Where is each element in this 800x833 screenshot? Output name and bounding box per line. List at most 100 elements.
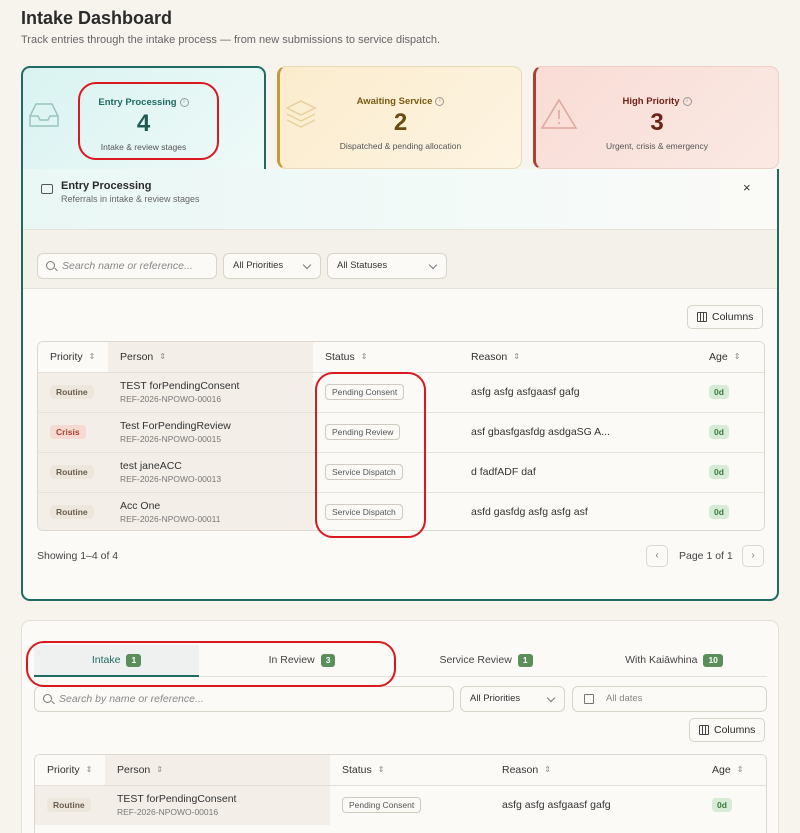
stages-panel: Intake 1 In Review 3 Service Review 1 With …: [21, 620, 779, 833]
tab-in-review[interactable]: In Review 3: [212, 645, 392, 677]
age-badge: 0d: [709, 465, 729, 479]
reason-text: asf gbasfgasfdg asdgaSG A...: [459, 412, 697, 453]
info-icon: i: [682, 96, 692, 106]
table-row[interactable]: Routine TEST forPendingConsent REF-2026-N…: [35, 785, 766, 825]
card-label: Awaiting Service: [356, 96, 433, 107]
reason-text: asfg asfg asfgaasf gafg: [459, 372, 697, 413]
col-reason[interactable]: Reason ⇕: [459, 342, 697, 373]
person-name: Acc One: [120, 500, 161, 513]
col-person[interactable]: Person ⇕: [105, 755, 330, 786]
tab-count: 1: [126, 654, 142, 667]
columns-button[interactable]: Columns: [689, 718, 766, 742]
age-badge: 0d: [712, 798, 732, 813]
page-subtitle: Track entries through the intake process…: [21, 34, 440, 46]
chevron-left-icon: ‹: [655, 550, 659, 561]
layers-icon: [285, 100, 317, 128]
close-icon[interactable]: ×: [743, 180, 751, 195]
person-name: TEST forPendingConsent: [120, 380, 240, 392]
tab-intake[interactable]: Intake 1: [34, 645, 199, 677]
next-page-button[interactable]: ›: [742, 545, 764, 567]
status-badge: Pending Consent: [325, 384, 405, 400]
search-icon: [46, 261, 55, 270]
sort-icon: ⇕: [85, 765, 93, 775]
sort-icon: ⇕: [377, 765, 385, 775]
card-high-priority[interactable]: High Priority i 3 Urgent, crisis & emerge…: [533, 66, 779, 169]
columns-button[interactable]: Columns: [687, 305, 764, 329]
inbox-icon: [29, 103, 59, 127]
info-icon: i: [435, 96, 445, 106]
col-reason[interactable]: Reason ⇕: [490, 755, 700, 786]
table-row[interactable]: Routine TEST forPendingConsent REF-2026-N…: [38, 372, 764, 413]
table-row[interactable]: Routine Acc One REF-2026-NPOWO-00011 Serv…: [38, 492, 764, 530]
card-desc: Urgent, crisis & emergency: [605, 141, 709, 151]
table-row[interactable]: Routine test janeACC REF-2026-NPOWO-00013…: [38, 452, 764, 493]
card-label: Entry Processing: [98, 97, 177, 108]
priority-select[interactable]: All Priorities: [223, 253, 321, 279]
status-select[interactable]: All Statuses: [327, 253, 447, 279]
col-person[interactable]: Person ⇕: [108, 342, 313, 373]
age-badge: 0d: [709, 425, 729, 439]
page-indicator: Page 1 of 1: [679, 550, 733, 562]
col-priority[interactable]: Priority ⇕: [38, 342, 108, 373]
age-badge: 0d: [709, 385, 729, 399]
search-input[interactable]: Search name or reference...: [37, 253, 217, 279]
sort-icon: ⇕: [156, 765, 163, 775]
page-title: Intake Dashboard: [21, 8, 173, 28]
sort-icon: ⇕: [88, 352, 96, 362]
card-awaiting-service[interactable]: Awaiting Service i 2 Dispatched & pending…: [277, 66, 522, 169]
reference-id: REF-2026-NPOWO-00011: [120, 514, 221, 525]
chevron-down-icon: [428, 260, 438, 270]
filter-bar: Search name or reference... All Prioriti…: [23, 229, 777, 289]
status-badge: Service Dispatch: [325, 464, 403, 480]
card-label: High Priority: [622, 96, 680, 107]
panel-subtitle: Referrals in intake & review stages: [61, 194, 200, 204]
col-status[interactable]: Status ⇕: [313, 342, 459, 373]
status-badge: Pending Review: [325, 424, 401, 440]
col-age[interactable]: Age ⇕: [700, 755, 766, 786]
priority-select[interactable]: All Priorities: [460, 686, 565, 712]
calendar-icon: [584, 694, 594, 704]
sort-icon: ⇕: [513, 352, 520, 362]
status-badge: Service Dispatch: [325, 504, 403, 521]
table-row[interactable]: Crisis Test ForPendingReview REF-2026-NPO…: [38, 412, 764, 453]
priority-badge: Routine: [47, 798, 91, 813]
sort-icon: ⇕: [733, 352, 741, 362]
warning-icon: [540, 98, 578, 129]
reason-text: asfg asfg asfgaasf gafg: [502, 799, 611, 812]
search-icon: [43, 694, 52, 703]
date-select[interactable]: All dates: [572, 686, 767, 712]
prev-page-button[interactable]: ‹: [646, 545, 668, 567]
reference-id: REF-2026-NPOWO-00013: [120, 474, 222, 484]
priority-badge: Routine: [50, 505, 94, 520]
search-input[interactable]: Search by name or reference...: [34, 686, 454, 712]
tab-count: 3: [320, 654, 336, 667]
stage-table: Priority ⇕ Person ⇕ Status ⇕ Reason ⇕ Age ⇕ R…: [34, 754, 767, 833]
priority-badge: Routine: [50, 465, 94, 479]
status-badge: Pending Consent: [342, 797, 422, 814]
entry-processing-panel: Entry Processing Referrals in intake & r…: [21, 169, 779, 601]
chevron-right-icon: ›: [751, 550, 755, 561]
entries-table: Priority ⇕ Person ⇕ Status ⇕ Reason ⇕ Age ⇕ R…: [37, 341, 765, 531]
person-name: test janeACC: [120, 460, 182, 472]
col-priority[interactable]: Priority ⇕: [35, 755, 105, 786]
sort-icon: ⇕: [159, 352, 166, 362]
priority-badge: Crisis: [50, 425, 86, 439]
card-entry-processing[interactable]: Entry Processing i 4 Intake & review stag…: [21, 66, 266, 171]
tab-service-review[interactable]: Service Review 1: [396, 645, 576, 677]
age-badge: 0d: [709, 505, 729, 520]
card-desc: Dispatched & pending allocation: [339, 141, 462, 151]
chevron-down-icon: [302, 260, 312, 270]
col-status[interactable]: Status ⇕: [330, 755, 490, 786]
card-desc: Intake & review stages: [100, 142, 187, 152]
chevron-down-icon: [546, 693, 556, 703]
person-name: Test ForPendingReview: [120, 420, 231, 432]
reason-text: asfd gasfdg asfg asfg asf: [471, 506, 588, 519]
col-age[interactable]: Age ⇕: [697, 342, 764, 373]
panel-title: Entry Processing: [61, 180, 152, 192]
priority-badge: Routine: [50, 385, 94, 399]
reference-id: REF-2026-NPOWO-00016: [117, 807, 219, 818]
showing-count: Showing 1–4 of 4: [37, 550, 119, 562]
reason-text: d fadfADF daf: [459, 452, 697, 493]
panel-header: Entry Processing Referrals in intake & r…: [23, 169, 777, 229]
tab-with-kaiawhina[interactable]: With Kaiāwhina 10: [584, 645, 764, 677]
